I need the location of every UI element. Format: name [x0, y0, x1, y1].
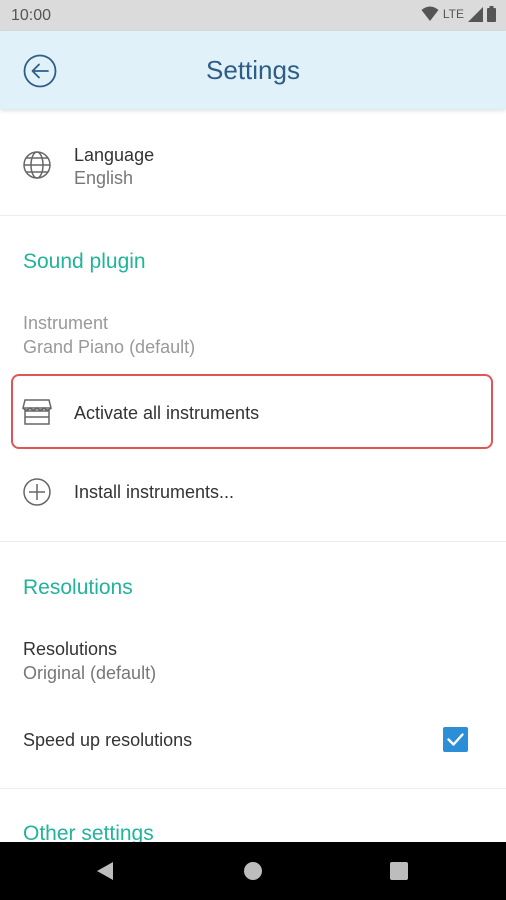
instrument-value: Grand Piano (default): [23, 337, 196, 357]
checkmark-icon: [447, 733, 464, 746]
status-icons: LTE: [421, 6, 496, 22]
battery-icon: [487, 6, 496, 22]
divider: [0, 541, 506, 542]
instrument-label: Instrument: [23, 313, 109, 333]
speed-up-resolutions-setting[interactable]: Speed up resolutions: [0, 715, 506, 765]
add-circle-icon: [23, 478, 51, 506]
language-value: English: [74, 168, 134, 188]
resolutions-value: Original (default): [23, 663, 157, 683]
recents-nav-icon[interactable]: [390, 862, 408, 880]
globe-icon: [23, 151, 51, 179]
activate-instruments-item[interactable]: Activate all instruments: [0, 378, 506, 446]
divider: [0, 215, 506, 216]
language-label: Language: [74, 145, 155, 165]
speed-up-resolutions-label: Speed up resolutions: [23, 730, 193, 750]
resolutions-setting[interactable]: Resolutions Original (default): [0, 636, 506, 692]
wifi-icon: [421, 6, 439, 21]
status-time: 10:00: [11, 7, 52, 24]
section-header-resolutions: Resolutions: [23, 576, 133, 599]
signal-icon: [468, 6, 483, 22]
divider: [0, 788, 506, 789]
speed-up-checkbox[interactable]: [443, 727, 468, 752]
page-title: Settings: [206, 55, 300, 85]
install-instruments-label: Install instruments...: [74, 482, 235, 502]
app-bar: Settings: [0, 31, 506, 109]
navigation-bar: [0, 842, 506, 900]
back-nav-icon[interactable]: [96, 861, 114, 881]
section-header-sound-plugin: Sound plugin: [23, 250, 146, 273]
activate-instruments-label: Activate all instruments: [74, 403, 260, 423]
instrument-setting: Instrument Grand Piano (default): [0, 310, 506, 366]
network-type: LTE: [442, 7, 464, 21]
resolutions-label: Resolutions: [23, 639, 118, 659]
language-setting[interactable]: Language English: [0, 140, 506, 196]
install-instruments-item[interactable]: Install instruments...: [0, 466, 506, 520]
store-icon: [22, 399, 52, 425]
home-nav-icon[interactable]: [243, 861, 263, 881]
status-bar: 10:00 LTE: [0, 0, 506, 31]
